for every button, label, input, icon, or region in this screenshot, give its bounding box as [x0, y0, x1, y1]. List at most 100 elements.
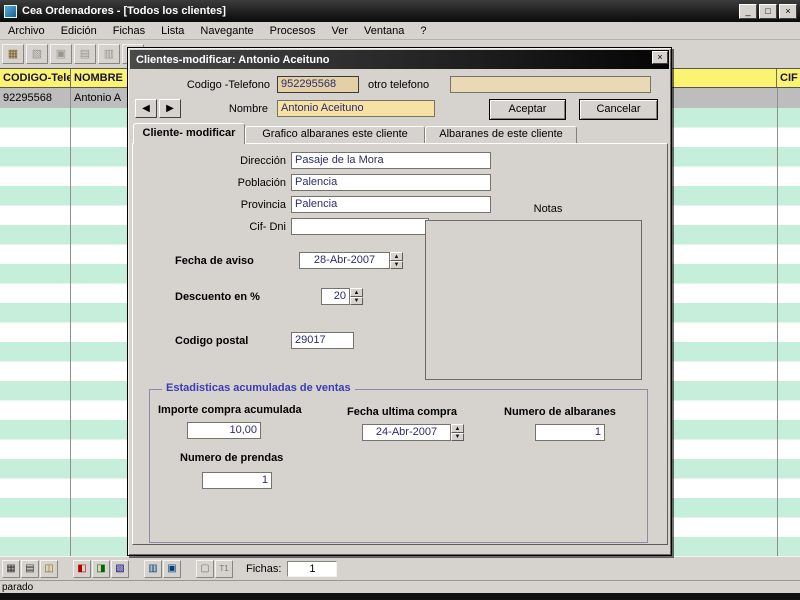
dialog-titlebar[interactable]: Clientes-modificar: Antonio Aceituno: [130, 50, 669, 69]
notas-field[interactable]: [425, 220, 642, 380]
menu-item-fichas[interactable]: Fichas: [105, 23, 153, 39]
row-codigo-cell: 92295568: [3, 92, 52, 104]
spin-down-button[interactable]: ▼: [390, 261, 403, 269]
flag-green-icon: ◨: [96, 562, 106, 574]
fecha-aviso-stepper: ▲ ▼: [390, 252, 403, 269]
menu-item-edicion[interactable]: Edición: [53, 23, 105, 39]
window-titlebar[interactable]: Cea Ordenadores - [Todos los clientes] _…: [0, 0, 800, 22]
spin-up-button[interactable]: ▲: [390, 252, 403, 261]
descuento-stepper: ▲ ▼: [350, 288, 363, 305]
flag-red-button[interactable]: ◧: [73, 559, 91, 578]
menu-item-navegante[interactable]: Navegante: [192, 23, 261, 39]
prendas-label: Numero de prendas: [180, 452, 284, 464]
albaranes-label: Numero de albaranes: [504, 406, 616, 418]
provincia-label: Provincia: [240, 199, 286, 211]
mail-button[interactable]: ◫: [40, 559, 58, 578]
new-record-icon: ▦: [7, 47, 19, 60]
table-button[interactable]: ▦: [2, 559, 20, 578]
mail-icon: ◫: [44, 562, 54, 574]
table-icon: ▦: [6, 562, 16, 574]
flag-red-icon: ◧: [77, 562, 87, 574]
grid-button[interactable]: ▣: [163, 559, 181, 578]
importe-label: Importe compra acumulada: [158, 404, 302, 416]
tab-grafico-albaranes[interactable]: Grafico albaranes este cliente: [245, 126, 425, 143]
spin-up-button[interactable]: ▲: [451, 424, 464, 433]
flag-green-button[interactable]: ◨: [92, 559, 110, 578]
spin-up-button[interactable]: ▲: [350, 288, 363, 297]
fecha-ultima-label: Fecha ultima compra: [347, 406, 458, 418]
blank-icon: ▢: [200, 562, 210, 574]
blank-button[interactable]: ▢: [196, 559, 214, 578]
codigo-postal-label: Codigo postal: [175, 335, 249, 347]
print-button[interactable]: ▥: [98, 43, 120, 64]
fichas-count-field: 1: [287, 560, 338, 577]
cif-dni-field[interactable]: [291, 218, 429, 235]
menu-item-ventana[interactable]: Ventana: [356, 23, 412, 39]
fecha-aviso-label: Fecha de aviso: [175, 255, 254, 267]
next-record-icon: ▶: [166, 103, 174, 114]
menu-item-ver[interactable]: Ver: [324, 23, 357, 39]
provincia-field[interactable]: Palencia: [291, 196, 491, 213]
nombre-field[interactable]: Antonio Aceituno: [277, 100, 435, 117]
codigo-postal-field[interactable]: 29017: [291, 332, 354, 349]
direccion-field[interactable]: Pasaje de la Mora: [291, 152, 491, 169]
poblacion-field[interactable]: Palencia: [291, 174, 491, 191]
flag-blue-button[interactable]: ▧: [111, 559, 129, 578]
header-codigo-telefono[interactable]: CODIGO-Telefo: [0, 69, 71, 87]
caption-buttons: _ □ ×: [739, 3, 800, 19]
fecha-ultima-field[interactable]: 24-Abr-2007: [362, 424, 451, 441]
bottom-toolbar: ▦ ▤ ◫ ◧ ◨ ▧ ▥ ▣ ▢ T1 Fichas: 1: [0, 556, 800, 580]
next-record-button[interactable]: ▶: [159, 99, 181, 118]
chart-button[interactable]: ▥: [144, 559, 162, 578]
otro-telefono-label: otro telefono: [368, 79, 430, 91]
menu-item-archivo[interactable]: Archivo: [0, 23, 53, 39]
direccion-label: Dirección: [240, 155, 286, 167]
header-cif[interactable]: CIF: [777, 69, 800, 87]
status-bar: parado: [0, 580, 800, 593]
cif-dni-label: Cif- Dni: [249, 221, 286, 233]
spin-down-button[interactable]: ▼: [350, 297, 363, 305]
fecha-aviso-field[interactable]: 28-Abr-2007: [299, 252, 390, 269]
importe-field[interactable]: 10,00: [187, 422, 261, 439]
nombre-label: Nombre: [228, 103, 268, 115]
dialog-close-button[interactable]: ×: [652, 51, 668, 64]
prev-record-button[interactable]: ◀: [135, 99, 157, 118]
prendas-field[interactable]: 1: [202, 472, 272, 489]
paste-button[interactable]: ▤: [74, 43, 96, 64]
close-button[interactable]: ×: [779, 3, 797, 19]
cut-button[interactable]: ▧: [26, 43, 48, 64]
otro-telefono-field[interactable]: [450, 76, 651, 93]
menu-item-help[interactable]: ?: [412, 23, 434, 39]
text-tool-button[interactable]: T1: [215, 559, 233, 578]
albaranes-field[interactable]: 1: [535, 424, 605, 441]
prev-record-icon: ◀: [142, 103, 150, 114]
spin-down-button[interactable]: ▼: [451, 433, 464, 441]
app-icon: [4, 4, 17, 18]
cancelar-button[interactable]: Cancelar: [579, 99, 658, 120]
descuento-field[interactable]: 20: [321, 288, 350, 305]
text-tool-icon: T1: [219, 563, 229, 573]
menu-item-lista[interactable]: Lista: [153, 23, 192, 39]
minimize-button[interactable]: _: [739, 3, 757, 19]
poblacion-label: Población: [237, 177, 286, 189]
menu-bar: Archivo Edición Fichas Lista Navegante P…: [0, 22, 800, 40]
maximize-button[interactable]: □: [759, 3, 777, 19]
list-button[interactable]: ▤: [21, 559, 39, 578]
codigo-telefono-field[interactable]: 952295568: [277, 76, 359, 93]
copy-button[interactable]: ▣: [50, 43, 72, 64]
stats-group-title: Estadisticas acumuladas de ventas: [162, 382, 355, 394]
menu-item-procesos[interactable]: Procesos: [262, 23, 324, 39]
new-record-button[interactable]: ▦: [2, 43, 24, 64]
tab-albaranes-cliente[interactable]: Albaranes de este cliente: [425, 126, 577, 143]
tab-cliente-modificar[interactable]: Cliente- modificar: [133, 123, 245, 144]
codigo-telefono-label: Codigo -Telefono: [186, 79, 270, 91]
aceptar-button[interactable]: Aceptar: [489, 99, 566, 120]
grid-icon: ▣: [167, 562, 177, 574]
notas-label: Notas: [533, 203, 563, 215]
client-edit-dialog: Clientes-modificar: Antonio Aceituno × C…: [127, 47, 672, 556]
fecha-ultima-stepper: ▲ ▼: [451, 424, 464, 441]
copy-icon: ▣: [55, 47, 67, 60]
flag-blue-icon: ▧: [115, 562, 125, 574]
screen-bottom-strip: [0, 593, 800, 600]
dialog-title: Clientes-modificar: Antonio Aceituno: [136, 53, 330, 66]
